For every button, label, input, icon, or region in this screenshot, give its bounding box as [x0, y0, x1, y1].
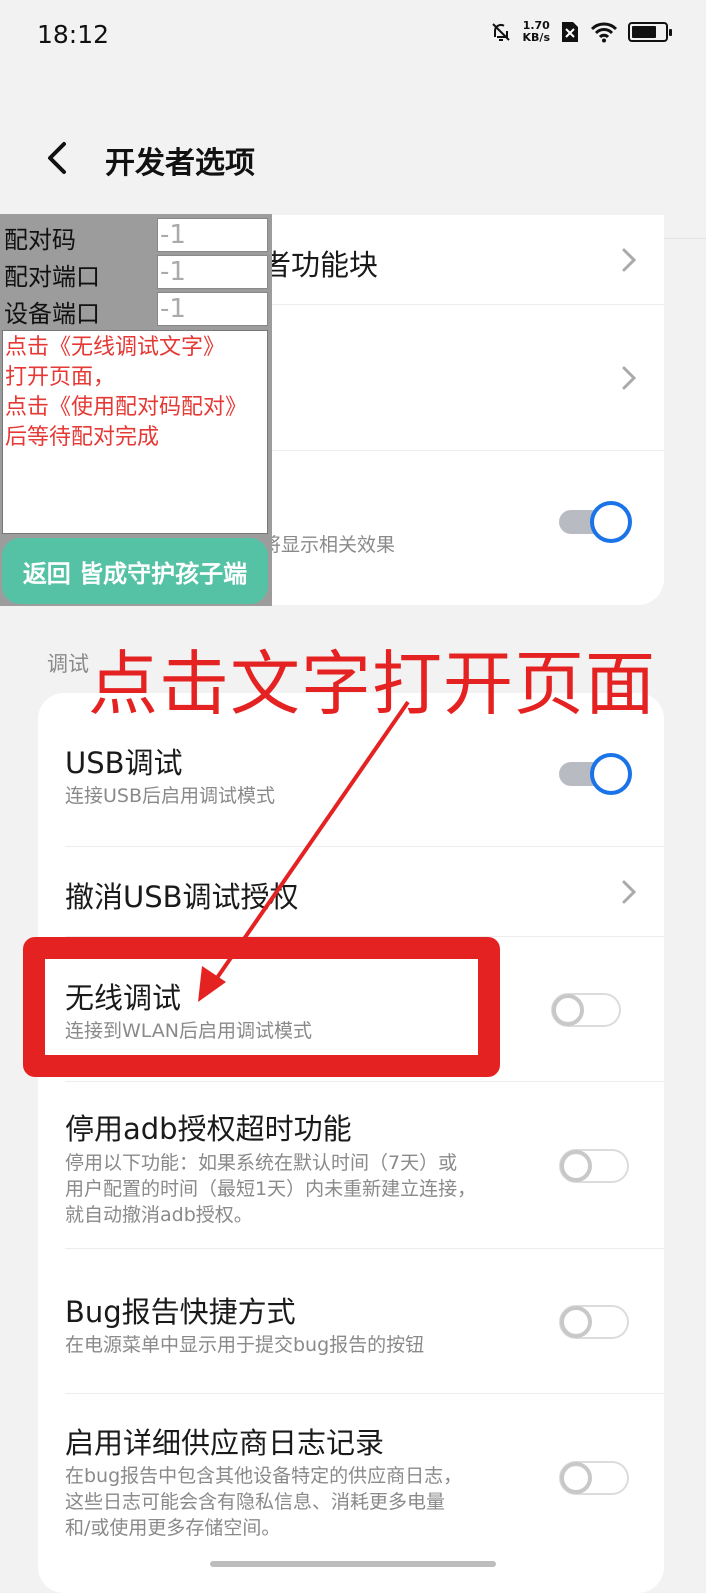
vendor-logging-subtitle-line: 这些日志可能会含有隐私信息、消耗更多电量 [65, 1491, 446, 1513]
adb-timeout-toggle[interactable] [556, 1146, 632, 1186]
divider [65, 1248, 664, 1249]
net-speed: 1.70 KB/s [523, 20, 550, 44]
back-arrow-icon[interactable] [40, 138, 74, 178]
wireless-debugging-toggle[interactable] [548, 990, 624, 1030]
pair-code-label: 配对码 [4, 226, 76, 254]
effects-row-subtitle: 将显示相关效果 [262, 534, 396, 556]
section-label-debug: 调试 [47, 652, 89, 676]
bell-off-icon [491, 23, 510, 41]
instructions-line: 打开页面， [5, 365, 116, 390]
vendor-logging-toggle[interactable] [556, 1458, 632, 1498]
annotation-arrow-icon [198, 700, 410, 1002]
vendor-logging-subtitle-line: 在bug报告中包含其他设备特定的供应商日志， [65, 1465, 463, 1487]
instructions-line: 后等待配对完成 [5, 425, 160, 450]
page-title: 开发者选项 [105, 146, 255, 181]
adb-timeout-subtitle-line: 停用以下功能：如果系统在默认时间（7天）或 [65, 1152, 458, 1174]
vendor-logging-subtitle-line: 和/或使用更多存储空间。 [65, 1517, 281, 1539]
usb-debugging-title[interactable]: USB调试 [65, 740, 183, 782]
return-button[interactable]: 返回 皆成守护孩子端 [2, 538, 268, 604]
device-port-input[interactable]: -1 [157, 292, 268, 326]
bug-report-shortcut-title[interactable]: Bug报告快捷方式 [65, 1289, 296, 1331]
adb-timeout-subtitle-line: 就自动撤消adb授权。 [65, 1204, 253, 1226]
vendor-logging-title[interactable]: 启用详细供应商日志记录 [65, 1420, 384, 1462]
battery-icon [628, 22, 672, 42]
net-speed-unit: KB/s [522, 31, 550, 44]
instructions-note: 点击《无线调试文字》 打开页面， 点击《使用配对码配对》 后等待配对完成 [2, 330, 268, 534]
usb-debugging-toggle[interactable] [557, 752, 633, 796]
divider [65, 1393, 664, 1394]
instructions-line: 点击《无线调试文字》 [5, 335, 226, 360]
bug-report-shortcut-subtitle: 在电源菜单中显示用于提交bug报告的按钮 [65, 1334, 425, 1356]
vendor-logging-subtitle: 在bug报告中包含其他设备特定的供应商日志， 这些日志可能会含有隐私信息、消耗更… [65, 1463, 462, 1541]
status-time: 18:12 [37, 20, 110, 49]
divider [65, 1081, 664, 1082]
bug-report-shortcut-toggle[interactable] [556, 1302, 632, 1342]
tiles-row-title[interactable]: 者功能块 [262, 242, 378, 284]
status-icons: 1.70 KB/s [489, 20, 672, 44]
adb-timeout-subtitle: 停用以下功能：如果系统在默认时间（7天）或 用户配置的时间（最短1天）内未重新建… [65, 1150, 476, 1228]
chevron-right-icon[interactable] [620, 364, 638, 392]
chevron-right-icon [622, 880, 637, 904]
wifi-icon [590, 22, 618, 43]
pair-code-input[interactable]: -1 [157, 218, 268, 252]
battery-fill [632, 26, 656, 38]
chevron-right-icon [622, 248, 637, 272]
device-port-label: 设备端口 [4, 300, 100, 328]
pair-port-label: 配对端口 [4, 263, 100, 291]
adb-timeout-title[interactable]: 停用adb授权超时功能 [65, 1106, 352, 1148]
sim-off-icon [562, 22, 578, 42]
adb-timeout-subtitle-line: 用户配置的时间（最短1天）内未重新建立连接， [65, 1178, 477, 1200]
home-indicator[interactable] [210, 1561, 496, 1567]
instructions-line: 点击《使用配对码配对》 [5, 395, 248, 420]
effects-toggle[interactable] [557, 500, 633, 544]
pair-port-input[interactable]: -1 [157, 255, 268, 289]
